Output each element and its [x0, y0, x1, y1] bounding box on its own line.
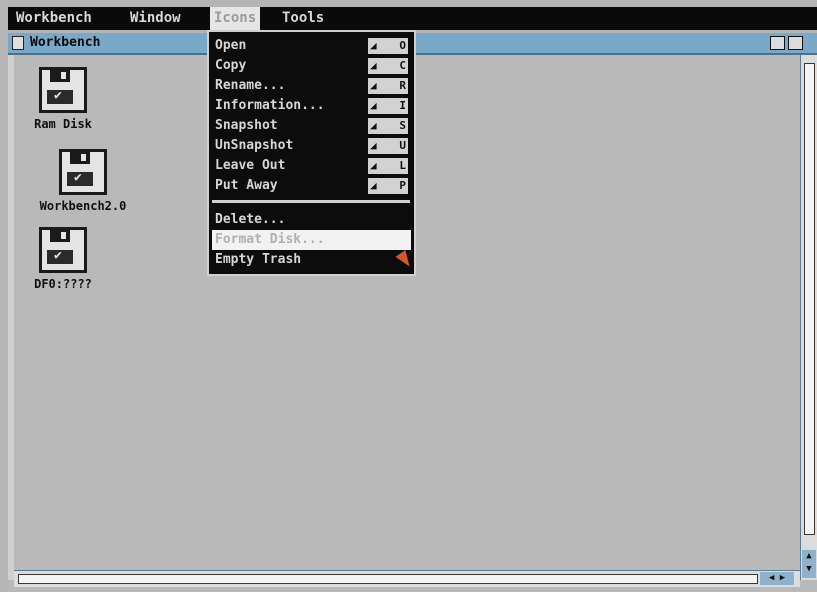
shortcut-letter: O [399, 39, 406, 52]
menu-item-label: Empty Trash [215, 252, 302, 267]
icon-label: Workbench2.0 [39, 199, 127, 213]
menu-item-snapshot[interactable]: Snapshot ◢ S [212, 116, 411, 136]
floppy-disk-icon [39, 227, 87, 273]
menu-item-label: Snapshot [215, 118, 278, 133]
menu-bar: Workbench Window Icons Tools [8, 7, 817, 30]
menu-workbench[interactable]: Workbench [12, 7, 96, 30]
window-title: Workbench [30, 35, 101, 50]
vertical-scrollbar[interactable]: ▲ ▼ [800, 55, 817, 580]
menu-item-empty-trash[interactable]: Empty Trash [212, 250, 411, 270]
amiga-screen: Workbench Window Icons Tools Workbench ▲… [0, 0, 817, 592]
horizontal-scrollbar[interactable]: ◀ ▶ [14, 570, 800, 587]
menu-item-information[interactable]: Information... ◢ I [212, 96, 411, 116]
menu-item-leave-out[interactable]: Leave Out ◢ L [212, 156, 411, 176]
menu-item-rename[interactable]: Rename... ◢ R [212, 76, 411, 96]
shortcut-letter: L [399, 159, 406, 172]
menu-item-delete[interactable]: Delete... [212, 210, 411, 230]
menu-separator [212, 200, 410, 203]
floppy-disk-icon [59, 149, 107, 195]
shortcut-key: ◢ C [368, 58, 408, 74]
icon-label: DF0:???? [34, 277, 92, 291]
amiga-key-icon: ◢ [370, 139, 377, 152]
icon-label: Ram Disk [34, 117, 92, 131]
shortcut-key: ◢ I [368, 98, 408, 114]
vertical-scroll-knob[interactable] [804, 63, 815, 535]
amiga-key-icon: ◢ [370, 59, 377, 72]
shortcut-key: ◢ P [368, 178, 408, 194]
menu-icons[interactable]: Icons [210, 7, 261, 30]
menu-item-label: Leave Out [215, 158, 286, 173]
shortcut-key: ◢ U [368, 138, 408, 154]
depth-gadget-icon[interactable] [788, 36, 803, 50]
zoom-gadget-icon[interactable] [770, 36, 785, 50]
menu-item-copy[interactable]: Copy ◢ C [212, 56, 411, 76]
shortcut-key: ◢ R [368, 78, 408, 94]
shortcut-letter: R [399, 79, 406, 92]
amiga-key-icon: ◢ [370, 159, 377, 172]
menu-item-label: UnSnapshot [215, 138, 294, 153]
amiga-key-icon: ◢ [370, 179, 377, 192]
menu-item-label: Copy [215, 58, 247, 73]
shortcut-letter: P [399, 179, 406, 192]
menu-item-format-disk[interactable]: Format Disk... [212, 230, 411, 250]
shortcut-key: ◢ L [368, 158, 408, 174]
menu-item-label: Rename... [215, 78, 286, 93]
horizontal-scroll-arrows-icon[interactable]: ◀ ▶ [760, 572, 794, 585]
icons-dropdown-menu: Open ◢ O Copy ◢ C Rename... ◢ R Information… [207, 30, 416, 276]
menu-window[interactable]: Window [126, 7, 185, 30]
df0-disk-icon[interactable]: DF0:???? [13, 227, 113, 291]
window-left-border [8, 55, 14, 580]
menu-item-label: Information... [215, 98, 325, 113]
menu-item-label: Put Away [215, 178, 278, 193]
amiga-key-icon: ◢ [370, 99, 377, 112]
menu-item-label: Format Disk... [215, 232, 325, 247]
menu-item-put-away[interactable]: Put Away ◢ P [212, 176, 411, 196]
menu-item-label: Delete... [215, 212, 286, 227]
menu-tools[interactable]: Tools [278, 7, 328, 30]
menu-item-open[interactable]: Open ◢ O [212, 36, 411, 56]
shortcut-key: ◢ O [368, 38, 408, 54]
close-gadget-icon[interactable] [12, 36, 24, 50]
menu-item-unsnapshot[interactable]: UnSnapshot ◢ U [212, 136, 411, 156]
shortcut-key: ◢ S [368, 118, 408, 134]
menu-item-label: Open [215, 38, 247, 53]
workbench-disk-icon[interactable]: Workbench2.0 [33, 149, 133, 213]
amiga-key-icon: ◢ [370, 119, 377, 132]
shortcut-letter: C [399, 59, 406, 72]
vertical-scroll-arrows-icon[interactable]: ▲ ▼ [802, 550, 816, 578]
shortcut-letter: U [399, 139, 406, 152]
amiga-key-icon: ◢ [370, 39, 377, 52]
shortcut-letter: I [399, 99, 406, 112]
amiga-key-icon: ◢ [370, 79, 377, 92]
ram-disk-icon[interactable]: Ram Disk [13, 67, 113, 131]
horizontal-scroll-knob[interactable] [18, 574, 758, 584]
floppy-disk-icon [39, 67, 87, 113]
shortcut-letter: S [399, 119, 406, 132]
